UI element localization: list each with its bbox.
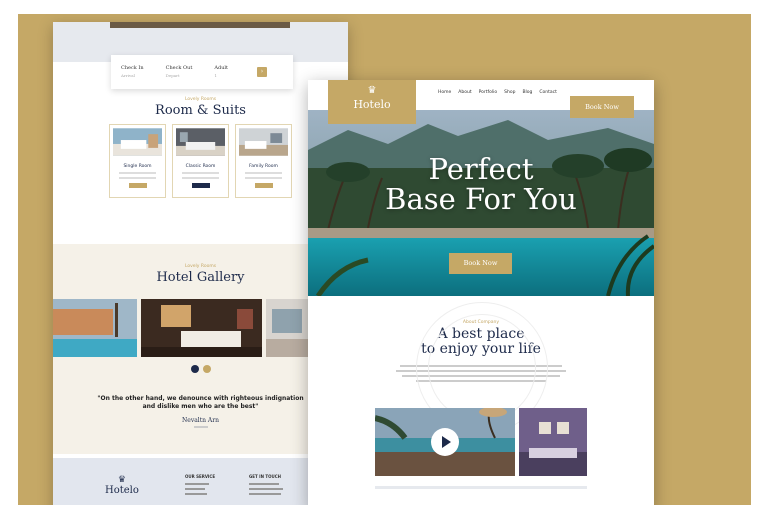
video-thumbnail[interactable] xyxy=(375,408,515,476)
room-name: Family Room xyxy=(249,164,278,169)
footer-col1-title: OUR SERVICE xyxy=(185,474,216,479)
room-photo xyxy=(113,128,162,156)
nav-portfolio[interactable]: Portfolio xyxy=(479,90,498,95)
nav-about[interactable]: About xyxy=(458,90,471,95)
nav-shop[interactable]: Shop xyxy=(504,90,515,95)
header-book-now-button[interactable]: Book Now xyxy=(570,96,634,118)
showcase-background: Check In Arrival Check Out Depart Adult … xyxy=(18,14,751,505)
hero-title: Perfect Base For You xyxy=(308,154,654,214)
hero-section: Perfect Base For You Book Now xyxy=(308,110,654,296)
room-card[interactable]: Single Room xyxy=(109,124,166,198)
testimonial-author: Nevaltn Arn xyxy=(182,417,219,424)
footer-logo[interactable]: ♛ Hotelo xyxy=(105,475,139,497)
gallery-prev-dot[interactable] xyxy=(190,365,199,373)
gallery-eyebrow: Lovely Rooms xyxy=(184,264,217,269)
adult-field[interactable]: Adult 1 xyxy=(214,65,228,79)
checkin-sub: Arrival xyxy=(121,73,135,78)
site-logo[interactable]: ♛ Hotelo xyxy=(328,80,416,124)
room-card[interactable]: Classic Room xyxy=(172,124,229,198)
booking-bar: Check In Arrival Check Out Depart Adult … xyxy=(111,55,293,89)
checkout-field[interactable]: Check Out Depart xyxy=(166,65,193,79)
adult-sub: 1 xyxy=(214,73,217,78)
crown-icon: ♛ xyxy=(367,85,377,96)
room-details-button[interactable] xyxy=(191,183,210,188)
top-image-strip xyxy=(110,22,290,28)
crown-icon: ♛ xyxy=(117,475,126,485)
nav-blog[interactable]: Blog xyxy=(522,90,532,95)
rooms-section: Lovely Rooms Room & Suits Single Room Cl… xyxy=(53,97,348,198)
nav-contact[interactable]: Contact xyxy=(539,90,557,95)
bedroom-image xyxy=(519,408,587,476)
gallery-section: Lovely Rooms Hotel Gallery "On the other… xyxy=(53,244,348,454)
search-button[interactable]: › xyxy=(257,67,267,77)
footer-col2-title: GET IN TOUCH xyxy=(249,474,282,479)
back-page-preview: Check In Arrival Check Out Depart Adult … xyxy=(53,22,348,505)
front-page-preview: ♛ Hotelo Home About Portfolio Shop Blog … xyxy=(308,80,654,505)
bottom-divider xyxy=(375,486,587,489)
gallery-image-room[interactable] xyxy=(141,299,262,357)
room-details-button[interactable] xyxy=(254,183,273,188)
footer-logo-text: Hotelo xyxy=(105,485,139,496)
main-nav: Home About Portfolio Shop Blog Contact xyxy=(438,90,557,95)
gallery-title: Hotel Gallery xyxy=(156,270,245,285)
room-name: Classic Room xyxy=(185,164,216,169)
decorative-ring xyxy=(428,314,536,422)
checkin-label: Check In xyxy=(121,65,144,71)
room-photo xyxy=(176,128,225,156)
gallery-next-dot[interactable] xyxy=(202,365,211,373)
hero-book-now-button[interactable]: Book Now xyxy=(449,253,512,274)
adult-label: Adult xyxy=(214,65,229,71)
gallery-image-pool[interactable] xyxy=(53,299,137,357)
play-icon[interactable] xyxy=(431,428,459,456)
checkout-label: Check Out xyxy=(165,65,193,71)
checkout-sub: Depart xyxy=(165,73,180,78)
about-section: About Company A best place to enjoy your… xyxy=(308,296,654,505)
rooms-eyebrow: Lovely Rooms xyxy=(184,97,217,102)
room-details-button[interactable] xyxy=(128,183,147,188)
room-name: Single Room xyxy=(123,164,152,169)
site-logo-text: Hotelo xyxy=(353,98,391,111)
hero-title-line1: Perfect xyxy=(428,152,534,186)
room-card[interactable]: Family Room xyxy=(235,124,292,198)
nav-home[interactable]: Home xyxy=(438,90,451,95)
hero-title-line2: Base For You xyxy=(385,182,577,216)
checkin-field[interactable]: Check In Arrival xyxy=(121,65,144,79)
testimonial-quote: "On the other hand, we denounce with rig… xyxy=(97,395,304,410)
back-footer: ♛ Hotelo OUR SERVICE GET IN TOUCH xyxy=(53,458,348,505)
rooms-title: Room & Suits xyxy=(155,103,246,118)
room-photo xyxy=(239,128,288,156)
site-header: ♛ Hotelo Home About Portfolio Shop Blog … xyxy=(308,80,654,124)
